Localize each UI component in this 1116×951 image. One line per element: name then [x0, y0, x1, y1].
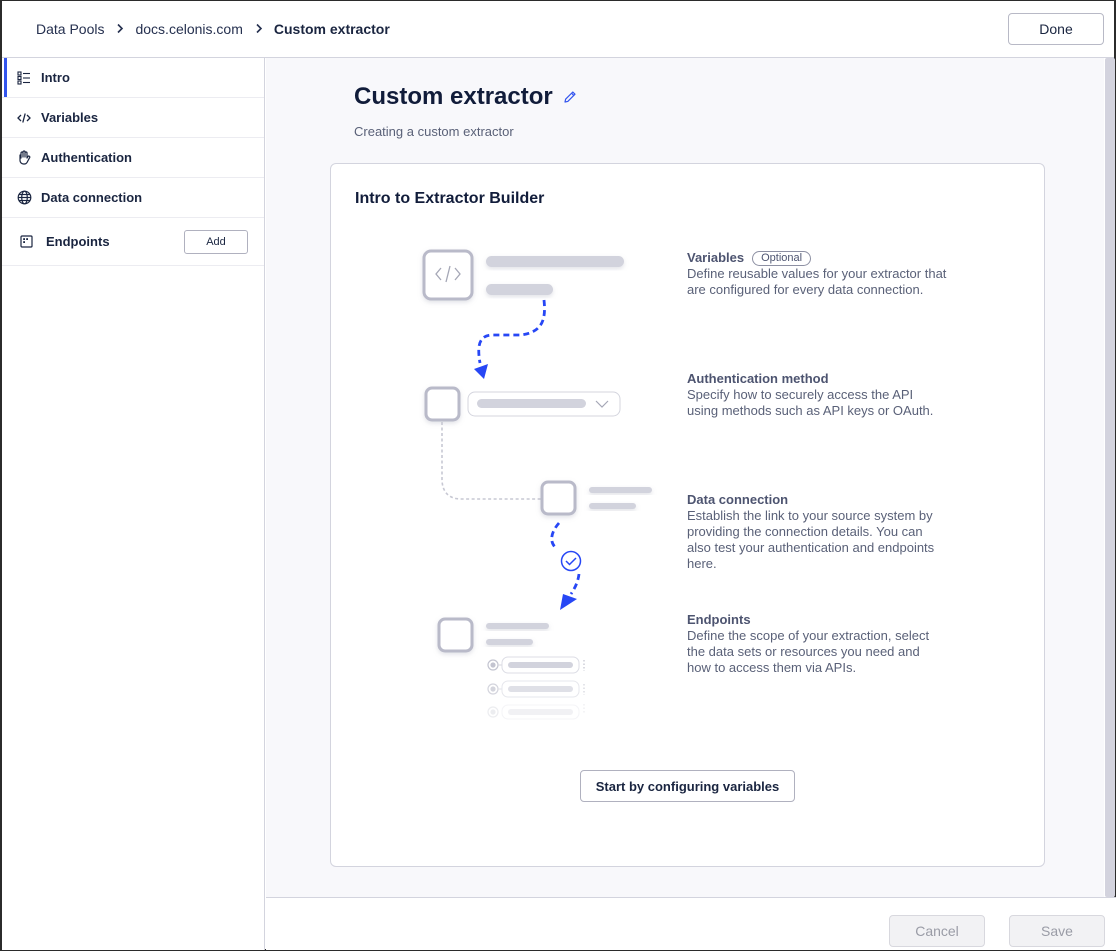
- placeholder-line: [486, 623, 549, 629]
- arrowhead-icon: [474, 364, 488, 379]
- sidebar-item-intro[interactable]: Intro: [2, 58, 264, 98]
- step-endpoints: Endpoints Define the scope of your extra…: [687, 612, 947, 676]
- cancel-button[interactable]: Cancel: [889, 915, 985, 947]
- sidebar-item-label: Variables: [41, 110, 99, 125]
- sidebar-item-label: Data connection: [41, 190, 143, 205]
- sidebar-item-data-connection[interactable]: Data connection: [2, 178, 264, 218]
- sidebar-item-label: Authentication: [41, 150, 132, 165]
- breadcrumb-data-pools[interactable]: Data Pools: [36, 21, 104, 37]
- optional-badge: Optional: [752, 250, 812, 266]
- endpoints-illustration-box: [437, 617, 474, 653]
- step-variables: Variables Optional Define reusable value…: [687, 250, 947, 298]
- endpoints-icon: [18, 234, 34, 250]
- sidebar-item-authentication[interactable]: Authentication: [2, 138, 264, 178]
- check-circle-icon: [560, 550, 582, 572]
- edit-pencil-icon[interactable]: [563, 90, 577, 104]
- endpoint-list-row: [487, 680, 585, 698]
- sidebar-item-label: Endpoints: [46, 234, 110, 249]
- intro-card: Intro to Extractor Builder Variables Opt…: [330, 163, 1045, 867]
- dropdown-illustration: [467, 391, 621, 417]
- step-description: Establish the link to your source system…: [687, 508, 935, 571]
- chevron-right-icon: [255, 22, 263, 37]
- step-authentication: Authentication method Specify how to sec…: [687, 371, 947, 419]
- chevron-right-icon: [116, 22, 124, 37]
- done-button[interactable]: Done: [1008, 13, 1104, 45]
- flow-arrow: [550, 522, 561, 550]
- globe-icon: [16, 190, 32, 206]
- step-title: Endpoints: [687, 612, 751, 627]
- breadcrumb: Data Pools docs.celonis.com Custom extra…: [36, 21, 390, 37]
- sidebar-item-label: Intro: [41, 70, 70, 85]
- arrowhead-icon: [560, 594, 577, 610]
- top-bar: Data Pools docs.celonis.com Custom extra…: [2, 1, 1114, 58]
- placeholder-line: [486, 256, 624, 267]
- save-button[interactable]: Save: [1009, 915, 1105, 947]
- step-title: Authentication method: [687, 371, 829, 386]
- page-title-text: Custom extractor: [354, 83, 553, 110]
- step-description: Define reusable values for your extracto…: [687, 266, 947, 297]
- placeholder-line: [589, 487, 652, 493]
- breadcrumb-current: Custom extractor: [273, 21, 390, 37]
- start-configuring-variables-button[interactable]: Start by configuring variables: [580, 770, 795, 802]
- sidebar-item-endpoints[interactable]: Endpoints Add: [2, 218, 264, 266]
- flow-arrow: [477, 299, 546, 364]
- step-description: Specify how to securely access the API u…: [687, 387, 934, 418]
- auth-illustration-box: [424, 386, 461, 422]
- placeholder-line: [589, 503, 636, 509]
- main-scrollbar[interactable]: [1105, 58, 1115, 897]
- connection-illustration-box: [540, 480, 577, 516]
- hand-icon: [16, 150, 32, 166]
- main-content: Custom extractor Creating a custom extra…: [266, 58, 1104, 897]
- sidebar: Intro Variables Authentication Data conn…: [2, 58, 265, 950]
- code-icon: [16, 110, 32, 126]
- endpoint-list-row: [487, 656, 585, 674]
- list-icon: [16, 70, 32, 86]
- step-data-connection: Data connection Establish the link to yo…: [687, 492, 947, 572]
- step-title: Variables: [687, 250, 745, 265]
- flow-arrow: [569, 573, 581, 595]
- step-title: Data connection: [687, 492, 789, 507]
- placeholder-line: [486, 284, 553, 295]
- page-title: Custom extractor: [354, 83, 577, 111]
- breadcrumb-data-pool[interactable]: docs.celonis.com: [135, 21, 242, 37]
- add-endpoint-button[interactable]: Add: [184, 230, 248, 254]
- variables-illustration-box: [422, 249, 474, 301]
- step-description: Define the scope of your extraction, sel…: [687, 628, 930, 675]
- app-window: Data Pools docs.celonis.com Custom extra…: [0, 0, 1116, 951]
- footer-bar: Cancel Save: [266, 897, 1116, 950]
- placeholder-line: [486, 639, 533, 645]
- endpoint-list-row: [487, 704, 585, 720]
- sidebar-item-variables[interactable]: Variables: [2, 98, 264, 138]
- page-subtitle: Creating a custom extractor: [354, 124, 514, 139]
- gray-connector: [441, 422, 541, 500]
